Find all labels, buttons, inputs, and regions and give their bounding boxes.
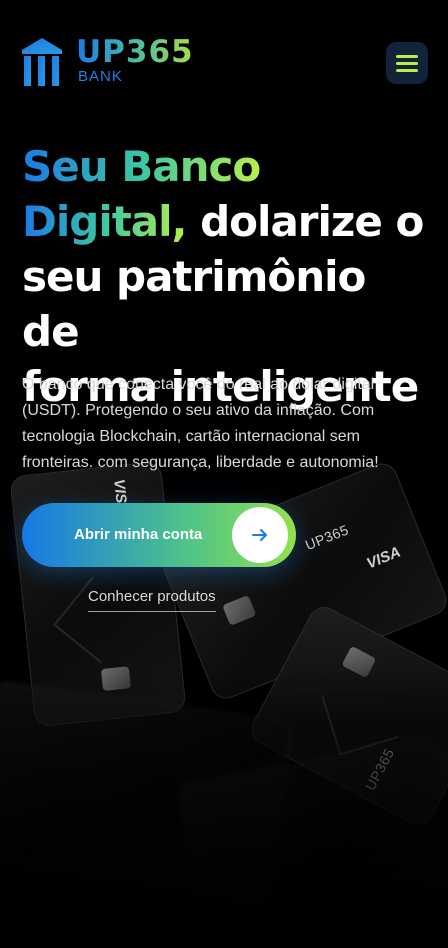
products-link[interactable]: Conhecer produtos (88, 588, 216, 612)
menu-line (396, 61, 418, 65)
arrow-graphic (321, 678, 399, 756)
bank-building-icon (22, 38, 62, 86)
title-highlight: Seu Banco (22, 142, 261, 191)
open-account-label: Abrir minha conta (74, 526, 203, 543)
visa-logo: VISA (364, 543, 404, 573)
site-header: UP365 BANK (0, 0, 448, 110)
hamburger-menu-icon[interactable] (386, 42, 428, 84)
card-brand: UP365 (302, 521, 351, 554)
title-text: seu patrimônio de (22, 252, 366, 356)
arrow-right-glyph (252, 529, 267, 541)
open-account-button[interactable]: Abrir minha conta (22, 503, 296, 567)
title-highlight: Digital, (22, 197, 187, 246)
arrow-right-icon (232, 507, 288, 563)
menu-line (396, 54, 418, 58)
brand-name: UP365 (76, 34, 194, 70)
brand-logo[interactable]: UP365 BANK (20, 34, 230, 90)
hero-description: O banco que conecta você do real ao dóla… (22, 376, 379, 471)
brand-subtitle: BANK (78, 68, 123, 85)
chip-icon (222, 594, 257, 626)
menu-line (396, 68, 418, 72)
chip-icon (100, 666, 132, 691)
title-text: dolarize o (186, 197, 424, 246)
chip-icon (341, 645, 377, 679)
